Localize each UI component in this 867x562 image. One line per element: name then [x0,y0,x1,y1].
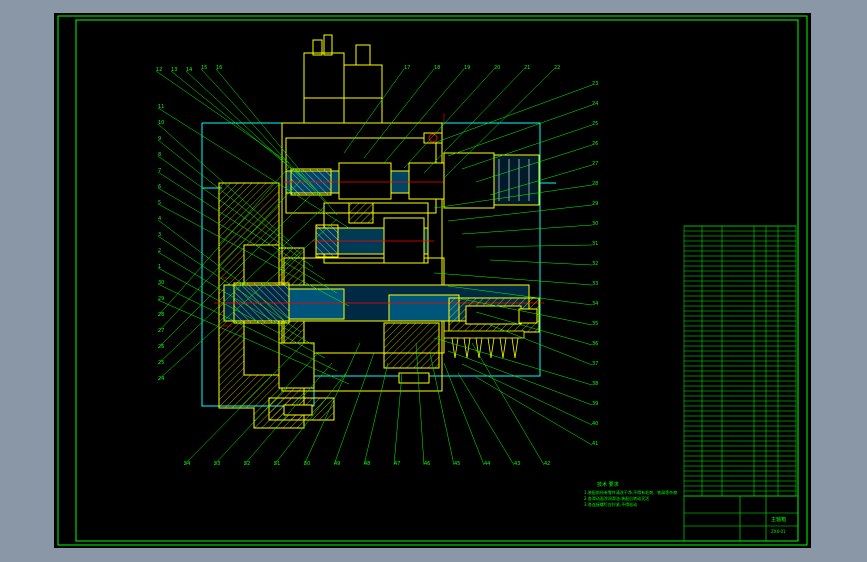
balloon-bottom-6: 48 [364,461,370,467]
balloon-left-18: 28 [158,312,164,318]
balloon-bottom-leader-11 [457,372,515,466]
balloon-left-1: 13 [171,67,177,73]
tech-note-1: 1.装配前所有零件清洗干净,不得有毛刺、铁屑等杂物 [584,489,677,495]
balloon-top-5: 22 [554,65,560,71]
balloon-top-0: 17 [404,65,410,71]
balloon-bottom-12: 42 [544,461,550,467]
balloon-right-3: 26 [592,141,598,147]
balloon-right-leader-17 [461,363,593,426]
balloon-bottom-9: 45 [454,461,460,467]
title-block-title: 主轴箱 [771,516,786,523]
balloon-left-9: 7 [158,168,161,174]
balloon-right-10: 33 [592,281,598,287]
balloon-bottom-7: 47 [394,461,400,467]
tech-notes: 技术 要求 1.装配前所有零件清洗干净,不得有毛刺、铁屑等杂物 2.各滑动面涂润… [584,481,677,507]
balloon-bottom-4: 50 [304,461,310,467]
balloon-right-leader-7 [461,224,593,235]
balloon-bottom-2: 52 [244,461,250,467]
balloon-top-leader-2 [383,68,465,164]
balloon-top-1: 18 [434,65,440,71]
right-cylinder [448,297,540,333]
balloon-left-0: 12 [156,67,162,73]
balloon-right-17: 40 [592,421,598,427]
balloon-right-12: 35 [592,321,598,327]
balloon-right-leader-8 [475,244,593,248]
tech-note-2: 2.各滑动面涂润滑油,装配后转动灵活 [584,495,649,501]
balloon-left-3: 15 [201,65,207,71]
balloon-left-12: 4 [158,216,161,222]
parts-list-table [683,225,797,497]
balloon-top-3: 20 [494,65,500,71]
balloon-left-4: 16 [216,65,222,71]
balloon-top-leader-0 [343,68,405,154]
balloon-right-leader-10 [433,272,593,286]
balloon-bottom-1: 53 [214,461,220,467]
balloon-right-18: 41 [592,441,598,447]
balloon-left-21: 25 [158,360,164,366]
outer-frame [57,15,808,546]
middle-shaft [312,202,434,264]
balloon-left-10: 6 [158,184,161,190]
balloon-bottom-3: 51 [274,461,280,467]
balloon-left-leader-2 [185,70,314,190]
balloon-top-leader-1 [363,68,435,159]
balloon-bottom-8: 46 [424,461,430,467]
balloon-left-17: 29 [158,296,164,302]
tech-notes-title: 技术 要求 [597,481,619,488]
balloon-right-0: 23 [592,81,598,87]
balloon-right-9: 32 [592,261,598,267]
balloon-right-2: 25 [592,121,598,127]
balloon-right-16: 39 [592,401,598,407]
balloon-right-leader-9 [489,259,593,266]
balloon-left-5: 11 [158,104,164,110]
balloon-left-14: 2 [158,248,161,254]
balloon-left-13: 3 [158,232,161,238]
balloon-left-16: 30 [158,280,164,286]
balloon-left-22: 24 [158,376,164,382]
balloon-bottom-11: 43 [514,461,520,467]
title-block-drawing-no: ZXX-01 [771,529,786,534]
balloon-left-15: 1 [158,264,161,270]
balloon-right-leader-18 [475,376,593,446]
balloon-left-6: 10 [158,120,164,126]
balloon-left-leader-0 [155,70,290,164]
balloon-right-leader-1 [447,104,593,157]
balloon-right-11: 34 [592,301,598,307]
balloon-right-4: 27 [592,161,598,167]
cad-viewport[interactable]: 12 13 14 15 16 11 10 9 8 7 6 5 4 3 2 1 30 29 28 27 26 25 24 17 1… [54,13,811,548]
assembly-drawing: 12 13 14 15 1611109876543213029282726252417 1… [57,15,808,546]
tech-note-3: 3.各连接螺钉应拧紧,不得松动 [584,501,637,507]
balloon-left-11: 5 [158,200,161,206]
balloon-right-14: 37 [592,361,598,367]
balloon-left-2: 14 [186,67,192,73]
balloon-top-4: 21 [524,65,530,71]
balloon-right-8: 31 [592,241,598,247]
balloon-right-5: 28 [592,181,598,187]
balloon-left-leader-3 [200,68,326,203]
balloon-bottom-0: 54 [184,461,190,467]
balloon-right-6: 29 [592,201,598,207]
balloon-top-2: 19 [464,65,470,71]
balloon-right-leader-16 [447,350,593,406]
balloon-bottom-5: 49 [334,461,340,467]
balloon-right-7: 30 [592,221,598,227]
balloon-left-8: 8 [158,152,161,158]
balloon-right-15: 38 [592,381,598,387]
motor-top [303,34,383,124]
balloon-left-19: 27 [158,328,164,334]
balloon-right-leader-0 [433,84,593,144]
balloon-bottom-leader-7 [393,372,403,466]
balloon-bottom-leader-6 [363,362,389,466]
balloon-right-1: 24 [592,101,598,107]
balloon-bottom-leader-12 [471,342,545,466]
balloon-right-13: 36 [592,341,598,347]
balloon-bottom-10: 44 [484,461,490,467]
balloon-left-7: 9 [158,136,161,142]
balloon-left-20: 26 [158,344,164,350]
